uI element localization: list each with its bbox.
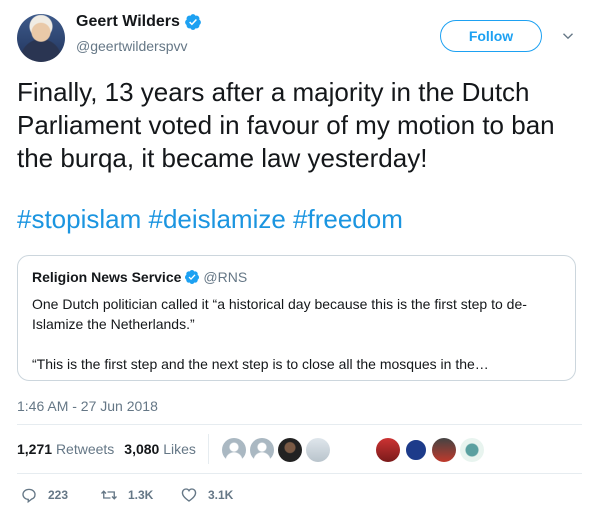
- reply-icon: [22, 488, 36, 504]
- reply-button[interactable]: 223: [20, 486, 100, 504]
- likes-label: Likes: [163, 441, 196, 457]
- author-name-row: Geert Wilders: [76, 13, 202, 31]
- quoted-author-name: Religion News Service: [32, 269, 182, 285]
- quoted-paragraph: One Dutch politician called it “a histor…: [32, 296, 527, 332]
- hashtag-list: #stopislam #deislamize #freedom: [17, 203, 403, 236]
- author-avatar[interactable]: [17, 14, 65, 62]
- author-handle[interactable]: @geertwilderspvv: [76, 38, 187, 54]
- liker-avatar[interactable]: [460, 438, 484, 462]
- retweets-label: Retweets: [55, 441, 115, 457]
- retweet-count: 1.3K: [128, 488, 154, 502]
- stats-separator: [208, 434, 209, 464]
- liker-avatar[interactable]: [404, 438, 428, 462]
- chevron-down-icon[interactable]: [562, 30, 574, 42]
- likes-stat[interactable]: 3,080 Likes: [124, 441, 196, 457]
- tweet-text: Finally, 13 years after a majority in th…: [17, 77, 555, 173]
- retweets-count: 1,271: [17, 441, 53, 457]
- follow-button[interactable]: Follow: [440, 20, 542, 52]
- tweet-timestamp[interactable]: 1:46 AM - 27 Jun 2018: [17, 398, 158, 414]
- likes-count: 3,080: [124, 441, 160, 457]
- liker-avatar[interactable]: [278, 438, 302, 462]
- liker-avatar[interactable]: [250, 438, 274, 462]
- reply-count: 223: [48, 488, 69, 502]
- retweet-button[interactable]: 1.3K: [100, 486, 180, 504]
- verified-badge-icon: [185, 270, 200, 284]
- quoted-tweet-body: One Dutch politician called it “a histor…: [32, 294, 562, 374]
- tweet-actions: 223 1.3K 3.1K: [20, 486, 260, 504]
- quoted-tweet[interactable]: Religion News Service @RNS One Dutch pol…: [17, 255, 576, 381]
- liker-avatar[interactable]: [306, 438, 330, 462]
- like-count: 3.1K: [208, 488, 234, 502]
- divider: [17, 473, 582, 474]
- hashtag-link[interactable]: #freedom: [293, 204, 403, 234]
- hashtag-link[interactable]: #stopislam: [17, 204, 141, 234]
- liker-avatar[interactable]: [222, 438, 246, 462]
- quoted-tweet-header: Religion News Service @RNS: [32, 269, 247, 285]
- retweets-stat[interactable]: 1,271 Retweets: [17, 441, 114, 457]
- author-name[interactable]: Geert Wilders: [76, 13, 180, 31]
- retweet-icon: [101, 490, 117, 500]
- heart-icon: [181, 488, 197, 502]
- liker-avatar[interactable]: [376, 438, 400, 462]
- like-button[interactable]: 3.1K: [180, 486, 260, 504]
- quoted-author-handle: @RNS: [203, 269, 248, 285]
- liker-avatars: [222, 438, 484, 462]
- engagement-stats: 1,271 Retweets 3,080 Likes: [17, 441, 196, 457]
- hashtag-link[interactable]: #deislamize: [149, 204, 286, 234]
- verified-badge-icon: [185, 14, 201, 30]
- quoted-paragraph: “This is the first step and the next ste…: [32, 356, 489, 372]
- liker-avatar[interactable]: [432, 438, 456, 462]
- divider: [17, 424, 582, 425]
